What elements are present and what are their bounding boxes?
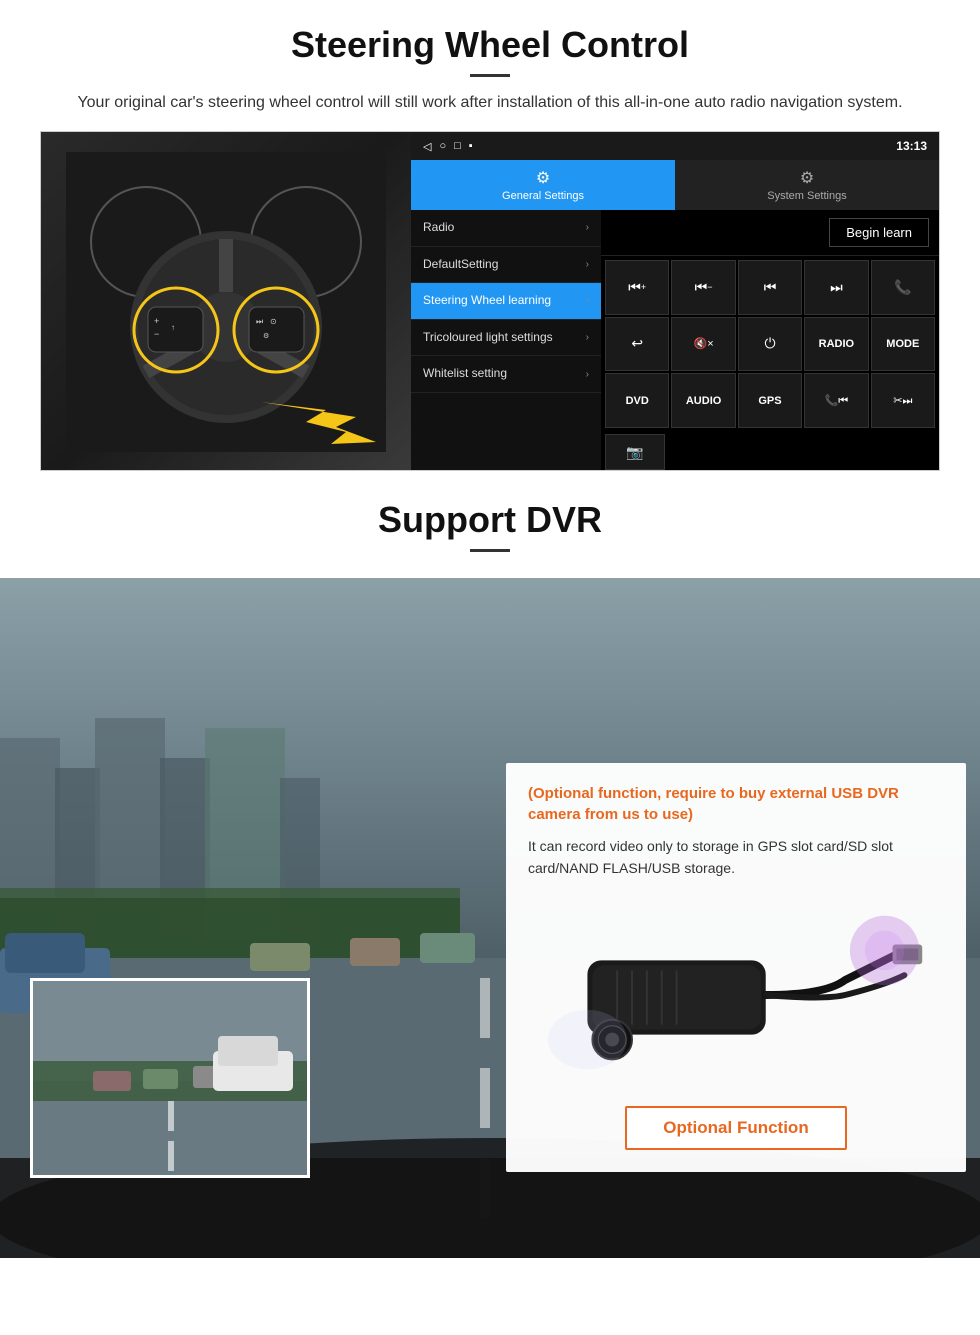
menu-item-tricoloured[interactable]: Tricoloured light settings › (411, 320, 601, 357)
chevron-icon-2: › (586, 259, 589, 270)
ctrl-next[interactable]: ⏭ (804, 260, 868, 315)
steering-subtitle: Your original car's steering wheel contr… (60, 91, 920, 115)
nav-home-icon: ○ (439, 140, 446, 152)
nav-recent-icon: □ (454, 140, 461, 152)
chevron-icon-3: › (586, 295, 589, 306)
android-content: Radio › DefaultSetting › Steering Wheel … (411, 210, 939, 471)
tab-system-settings[interactable]: ⚙ System Settings (675, 160, 939, 210)
dvr-info-box: (Optional function, require to buy exter… (506, 763, 966, 1172)
android-menu-list: Radio › DefaultSetting › Steering Wheel … (411, 210, 601, 471)
svg-text:⊙: ⊙ (270, 317, 277, 326)
ctrl-dvd[interactable]: DVD (605, 373, 669, 428)
steering-wheel-photo: + − ↑ ⏭ ⊙ ⚙ (41, 132, 411, 471)
road-thumbnail (30, 978, 310, 1178)
system-icon: ⚙ (800, 168, 814, 188)
optional-function-button[interactable]: Optional Function (625, 1106, 846, 1150)
dvr-description: It can record video only to storage in G… (528, 835, 944, 880)
begin-learn-button[interactable]: Begin learn (829, 218, 929, 247)
ctrl-audio[interactable]: AUDIO (671, 373, 735, 428)
menu-steering-label: Steering Wheel learning (423, 293, 551, 309)
menu-tricoloured-label: Tricoloured light settings (423, 330, 553, 346)
title-divider (470, 74, 510, 77)
chevron-icon-4: › (586, 332, 589, 343)
android-panel: ◁ ○ □ ▪ 13:13 ⚙ General Settings ⚙ Syste… (411, 132, 939, 471)
dvr-section: Support DVR (0, 471, 980, 1258)
svg-text:⏭: ⏭ (256, 317, 263, 326)
dvr-title: Support DVR (40, 499, 940, 541)
svg-text:+: + (154, 316, 159, 326)
ctrl-power[interactable]: ⏻ (738, 317, 802, 372)
menu-radio-label: Radio (423, 220, 454, 236)
svg-text:−: − (154, 329, 159, 339)
menu-whitelist-label: Whitelist setting (423, 366, 507, 382)
ctrl-call[interactable]: 📞 (871, 260, 935, 315)
menu-item-radio[interactable]: Radio › (411, 210, 601, 247)
ctrl-back[interactable]: ↩ (605, 317, 669, 372)
controls-panel: Begin learn ⏮+ ⏮− ⏮ ⏭ 📞 ↩ 🔇× ⏻ RADIO (601, 210, 939, 471)
controls-top-bar: Begin learn (601, 210, 939, 256)
ctrl-gps[interactable]: GPS (738, 373, 802, 428)
tab-general-label: General Settings (502, 190, 584, 202)
tab-general-settings[interactable]: ⚙ General Settings (411, 160, 675, 210)
steering-title: Steering Wheel Control (40, 24, 940, 66)
ctrl-call-prev[interactable]: 📞⏮ (804, 373, 868, 428)
menu-item-steering-learning[interactable]: Steering Wheel learning › (411, 283, 601, 320)
steering-wheel-bg: + − ↑ ⏭ ⊙ ⚙ (41, 132, 411, 471)
dvr-header: Support DVR (0, 471, 980, 578)
steering-section: Steering Wheel Control Your original car… (0, 0, 980, 471)
svg-text:⚙: ⚙ (263, 332, 269, 340)
android-tabs: ⚙ General Settings ⚙ System Settings (411, 160, 939, 210)
android-statusbar: ◁ ○ □ ▪ 13:13 (411, 132, 939, 160)
statusbar-nav: ◁ ○ □ ▪ (423, 140, 473, 153)
steering-demo-panel: + − ↑ ⏭ ⊙ ⚙ ◁ (40, 131, 940, 471)
chevron-icon-5: › (586, 369, 589, 380)
ctrl-vol-up[interactable]: ⏮+ (605, 260, 669, 315)
nav-back-icon: ◁ (423, 140, 431, 153)
nav-menu-icon: ▪ (469, 140, 473, 152)
ctrl-mode[interactable]: MODE (871, 317, 935, 372)
ctrl-extra[interactable]: 📷 (605, 434, 665, 470)
dvr-camera-illustration (528, 900, 944, 1090)
ctrl-mute[interactable]: 🔇× (671, 317, 735, 372)
menu-item-whitelist[interactable]: Whitelist setting › (411, 356, 601, 393)
status-time: 13:13 (896, 139, 927, 153)
menu-item-default-setting[interactable]: DefaultSetting › (411, 247, 601, 284)
dvr-background-scene: (Optional function, require to buy exter… (0, 578, 980, 1258)
controls-grid: ⏮+ ⏮− ⏮ ⏭ 📞 ↩ 🔇× ⏻ RADIO MODE DVD AUDIO (601, 256, 939, 432)
dvr-divider (470, 549, 510, 552)
ctrl-radio[interactable]: RADIO (804, 317, 868, 372)
chevron-icon: › (586, 222, 589, 233)
menu-default-label: DefaultSetting (423, 257, 498, 273)
dvr-optional-notice: (Optional function, require to buy exter… (528, 783, 944, 825)
gear-icon: ⚙ (536, 168, 550, 188)
ctrl-cut-next[interactable]: ✂⏭ (871, 373, 935, 428)
svg-text:↑: ↑ (171, 323, 175, 332)
ctrl-vol-down[interactable]: ⏮− (671, 260, 735, 315)
tab-system-label: System Settings (767, 190, 846, 202)
ctrl-prev[interactable]: ⏮ (738, 260, 802, 315)
